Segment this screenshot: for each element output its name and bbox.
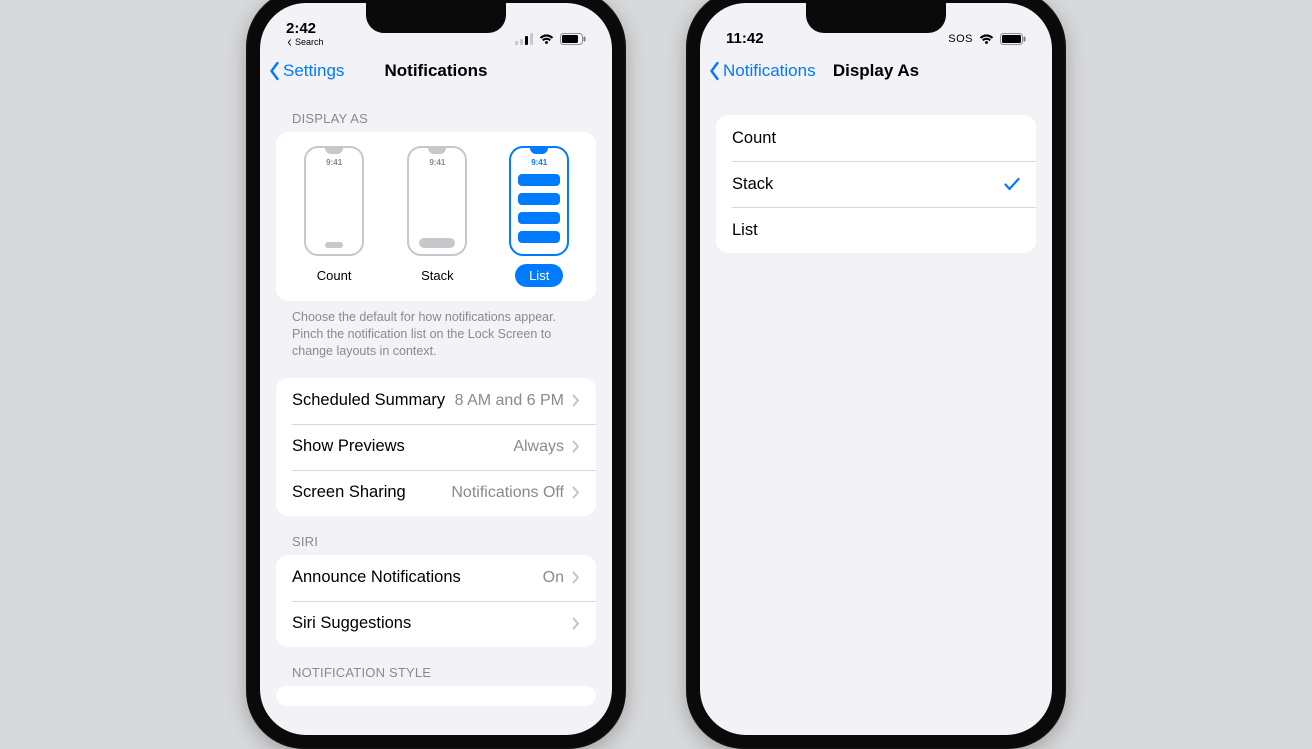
chevron-right-icon (572, 617, 580, 630)
row-value: Always (513, 438, 564, 456)
chevron-right-icon (572, 486, 580, 499)
row-show-previews[interactable]: Show Previews Always (276, 424, 596, 470)
battery-icon (1000, 33, 1026, 45)
nav-bar: Settings Notifications (260, 49, 612, 93)
option-label: Count (732, 129, 776, 148)
nav-title: Display As (833, 61, 919, 81)
nav-bar: Notifications Display As (700, 49, 1052, 93)
notch (366, 3, 506, 33)
screen-left: 2:42 Search Settin (260, 3, 612, 735)
row-siri-suggestions[interactable]: Siri Suggestions (276, 601, 596, 647)
chevron-left-icon (268, 61, 281, 81)
section-header-display-as: DISPLAY AS (260, 93, 612, 132)
row-label: Scheduled Summary (292, 391, 445, 410)
nav-back-button[interactable]: Notifications (708, 61, 816, 81)
nav-back-label: Settings (283, 61, 344, 81)
row-value: On (543, 569, 564, 587)
display-option-stack[interactable]: 9:41 Stack (407, 146, 468, 287)
section-header-siri: SIRI (260, 516, 612, 555)
screen-right: 11:42 SOS Notifications Display As (700, 3, 1052, 735)
checkmark-icon (1004, 177, 1020, 191)
display-option-list-label: List (515, 264, 563, 287)
settings-group-siri: Announce Notifications On Siri Suggestio… (276, 555, 596, 647)
chevron-right-icon (572, 440, 580, 453)
option-label: List (732, 221, 758, 240)
option-list[interactable]: List (716, 207, 1036, 253)
content[interactable]: DISPLAY AS 9:41 Count 9:41 (260, 93, 612, 735)
mini-preview-stack: 9:41 (407, 146, 467, 256)
nav-back-button[interactable]: Settings (268, 61, 344, 81)
phone-right: 11:42 SOS Notifications Display As (686, 0, 1066, 749)
cellular-icon (515, 33, 533, 45)
chevron-left-icon (286, 39, 293, 46)
row-scheduled-summary[interactable]: Scheduled Summary 8 AM and 6 PM (276, 378, 596, 424)
battery-icon (560, 33, 586, 45)
option-label: Stack (732, 175, 773, 194)
notch (806, 3, 946, 33)
nav-back-label: Notifications (723, 61, 816, 81)
wifi-icon (978, 33, 995, 45)
status-carrier-sos: SOS (948, 33, 973, 45)
row-announce-notifications[interactable]: Announce Notifications On (276, 555, 596, 601)
mini-preview-count: 9:41 (304, 146, 364, 256)
nav-title: Notifications (385, 61, 488, 81)
row-label: Show Previews (292, 437, 405, 456)
display-as-card: 9:41 Count 9:41 Stack (276, 132, 596, 301)
display-as-footer: Choose the default for how notifications… (260, 301, 612, 364)
chevron-right-icon (572, 394, 580, 407)
option-count[interactable]: Count (716, 115, 1036, 161)
phone-left: 2:42 Search Settin (246, 0, 626, 749)
display-option-count-label: Count (303, 264, 366, 287)
row-value: Notifications Off (451, 484, 564, 502)
chevron-left-icon (708, 61, 721, 81)
row-screen-sharing[interactable]: Screen Sharing Notifications Off (276, 470, 596, 516)
option-stack[interactable]: Stack (716, 161, 1036, 207)
wifi-icon (538, 33, 555, 45)
row-label: Screen Sharing (292, 483, 406, 502)
display-as-list: Count Stack List (716, 115, 1036, 253)
display-option-list[interactable]: 9:41 List (509, 146, 569, 287)
mini-preview-list: 9:41 (509, 146, 569, 256)
display-option-stack-label: Stack (407, 264, 468, 287)
row-label: Announce Notifications (292, 568, 461, 587)
content[interactable]: Count Stack List (700, 93, 1052, 735)
breadcrumb-back-search[interactable]: Search (286, 37, 324, 47)
chevron-right-icon (572, 571, 580, 584)
status-time: 2:42 (286, 20, 316, 37)
display-option-count[interactable]: 9:41 Count (303, 146, 366, 287)
section-header-notification-style: NOTIFICATION STYLE (260, 647, 612, 686)
status-time: 11:42 (726, 30, 764, 47)
settings-group-style-peek (276, 686, 596, 706)
row-value: 8 AM and 6 PM (455, 392, 564, 410)
row-label: Siri Suggestions (292, 614, 411, 633)
settings-group-1: Scheduled Summary 8 AM and 6 PM Show Pre… (276, 378, 596, 516)
